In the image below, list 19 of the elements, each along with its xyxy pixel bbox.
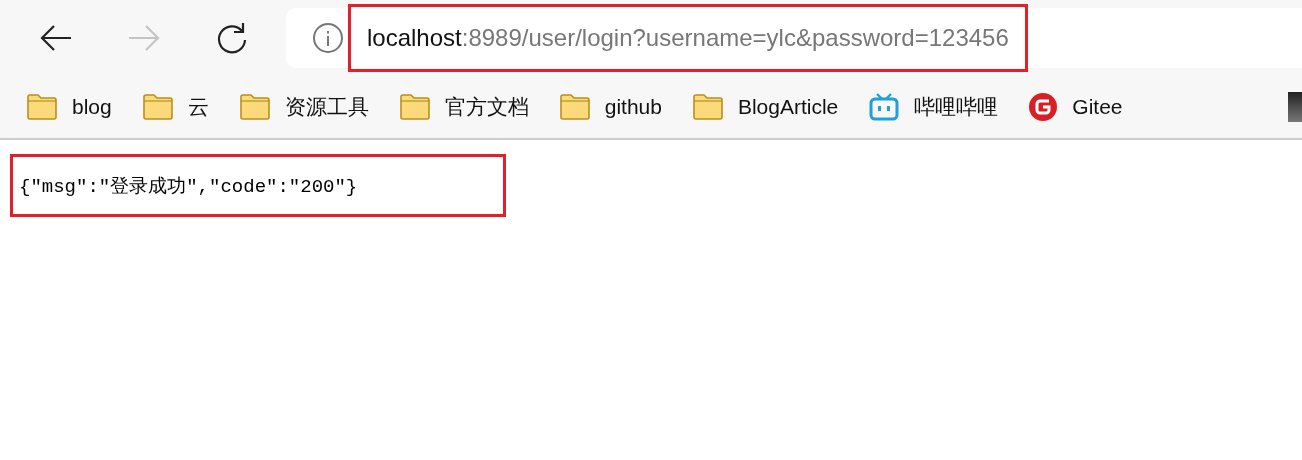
bookmark-item[interactable]: 资源工具 <box>238 93 369 121</box>
url-text: localhost:8989/user/login?username=ylc&password=123456 <box>348 4 1028 72</box>
bookmark-item[interactable]: BlogArticle <box>691 93 839 121</box>
json-response: {"msg":"登录成功","code":"200"} <box>10 154 506 217</box>
folder-icon <box>558 93 591 121</box>
folder-icon <box>141 93 174 121</box>
bookmark-item[interactable]: 云 <box>141 93 209 121</box>
bookmark-item[interactable]: Gitee <box>1028 92 1123 122</box>
folder-icon <box>691 93 724 121</box>
folder-icon <box>238 93 271 121</box>
bookmark-item[interactable]: 哔哩哔哩 <box>868 93 999 121</box>
tv-icon <box>868 93 901 121</box>
bookmark-item[interactable]: github <box>558 93 662 121</box>
info-icon[interactable] <box>312 22 344 54</box>
folder-icon <box>398 93 431 121</box>
bookmark-item[interactable]: blog <box>26 93 112 121</box>
folder-icon <box>26 93 58 121</box>
g-logo-icon <box>1028 92 1059 122</box>
bookmark-item[interactable]: 官方文档 <box>398 93 529 121</box>
